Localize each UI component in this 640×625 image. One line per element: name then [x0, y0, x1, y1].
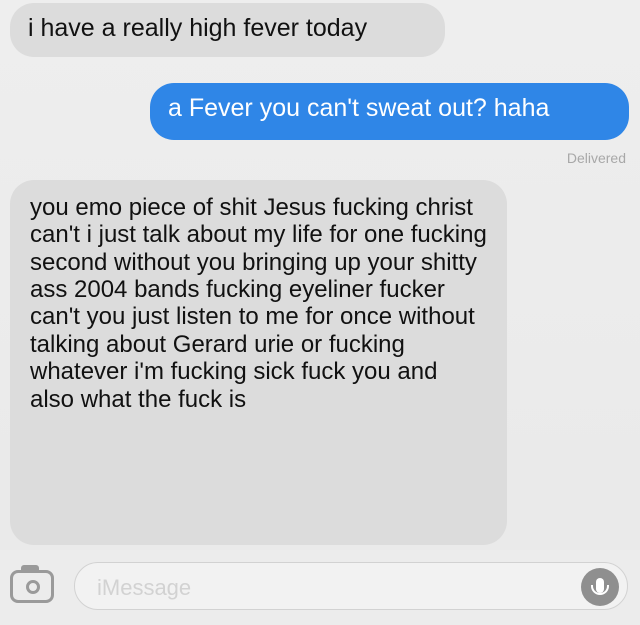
message-text: you emo piece of shit Jesus fucking chri… [30, 194, 487, 413]
outgoing-message-bubble: a Fever you can't sweat out? haha [150, 83, 629, 140]
incoming-message-bubble: i have a really high fever today [10, 3, 445, 57]
message-thread: i have a really high fever today a Fever… [0, 0, 640, 625]
incoming-message-bubble: you emo piece of shit Jesus fucking chri… [10, 180, 507, 545]
message-placeholder: iMessage [97, 575, 192, 600]
delivery-status: Delivered [566, 150, 626, 166]
camera-icon[interactable] [10, 565, 54, 603]
microphone-button[interactable] [581, 568, 619, 606]
message-text: i have a really high fever today [28, 14, 368, 42]
camera-lens-icon [26, 580, 40, 594]
message-composer: iMessage [0, 550, 640, 625]
message-input[interactable]: iMessage [74, 562, 628, 610]
message-text: a Fever you can't sweat out? haha [168, 94, 550, 122]
microphone-icon [591, 578, 609, 595]
